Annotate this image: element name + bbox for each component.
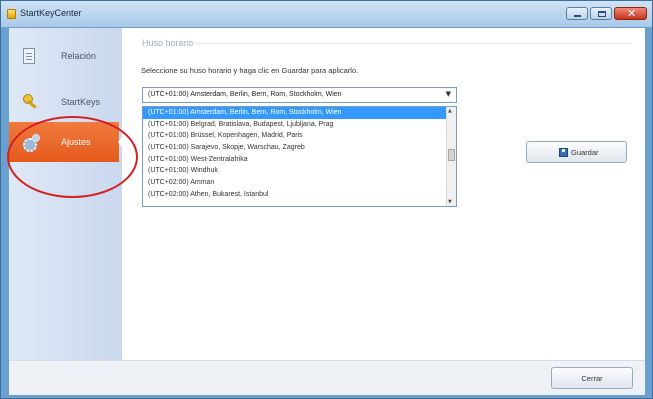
close-icon: ✕	[627, 7, 637, 20]
minimize-icon	[574, 15, 581, 17]
section-divider	[182, 43, 632, 44]
close-button-label: Cerrar	[581, 374, 603, 383]
list-item[interactable]: (UTC+01:00) West-Zentralafrika	[143, 154, 456, 166]
client-area: Relación StartKeys Ajustes Huso horario …	[9, 28, 645, 395]
annotation-ring	[7, 116, 138, 198]
list-item[interactable]: (UTC+01:00) Sarajevo, Skopje, Warschau, …	[143, 142, 456, 154]
maximize-button[interactable]	[590, 7, 612, 20]
title-bar[interactable]: StartKeyCenter ✕	[1, 1, 652, 27]
list-item[interactable]: (UTC+01:00) Belgrad, Bratislava, Budapes…	[143, 119, 456, 131]
scroll-up-icon[interactable]: ▲	[448, 108, 455, 114]
scroll-down-icon[interactable]: ▼	[448, 199, 455, 205]
close-window-button[interactable]: ✕	[614, 7, 647, 20]
key-icon	[23, 94, 37, 108]
settings-panel: Huso horario Seleccione su huso horario …	[122, 28, 645, 360]
timezone-select[interactable]: (UTC+01:00) Amsterdam, Berlin, Bern, Rom…	[142, 87, 457, 103]
scroll-thumb[interactable]	[448, 149, 455, 161]
window-title: StartKeyCenter	[20, 8, 82, 18]
timezone-selected-value: (UTC+01:00) Amsterdam, Berlin, Bern, Rom…	[148, 91, 342, 98]
app-window: StartKeyCenter ✕ Relación StartKeys Ajus…	[0, 0, 653, 399]
maximize-icon	[598, 11, 606, 17]
sidebar-item-label: StartKeys	[61, 97, 101, 107]
save-button[interactable]: Guardar	[526, 141, 627, 163]
list-item[interactable]: (UTC+01:00) Amsterdam, Berlin, Bern, Rom…	[143, 107, 456, 119]
list-item[interactable]: (UTC+01:00) Windhuk	[143, 165, 456, 177]
minimize-button[interactable]	[566, 7, 588, 20]
floppy-disk-icon	[559, 148, 568, 157]
timezone-dropdown-list[interactable]: (UTC+01:00) Amsterdam, Berlin, Bern, Rom…	[142, 106, 457, 207]
sidebar-item-relacion[interactable]: Relación	[9, 36, 122, 76]
app-icon	[7, 9, 16, 19]
chevron-down-icon[interactable]: ▼	[446, 90, 451, 98]
instruction-text: Seleccione su huso horario y haga clic e…	[141, 66, 359, 75]
list-item[interactable]: (UTC+01:00) Brüssel, Kopenhagen, Madrid,…	[143, 130, 456, 142]
list-item[interactable]: (UTC+02:00) Athen, Bukarest, Istanbul	[143, 189, 456, 201]
document-icon	[23, 48, 35, 64]
sidebar-item-label: Relación	[61, 51, 97, 61]
footer-bar: Cerrar	[9, 360, 645, 395]
save-button-label: Guardar	[571, 148, 599, 157]
list-item[interactable]: (UTC+02:00) Amman	[143, 177, 456, 189]
close-button[interactable]: Cerrar	[551, 367, 633, 389]
list-scrollbar[interactable]: ▲ ▼	[446, 107, 456, 206]
